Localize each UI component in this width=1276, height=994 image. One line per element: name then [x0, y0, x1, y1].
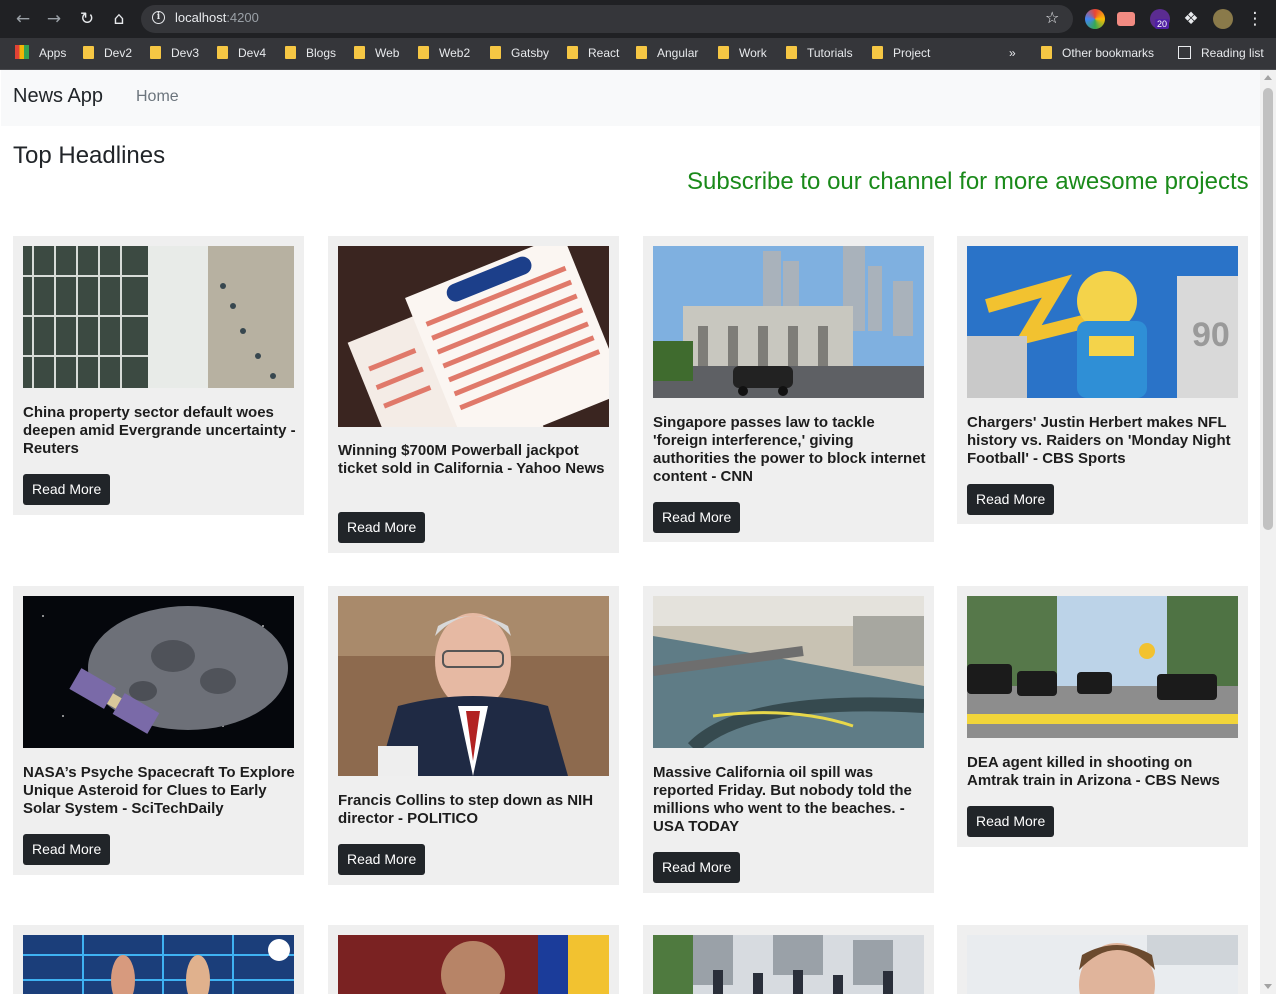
bookmark-project[interactable]: Project [872, 45, 930, 61]
subscribe-marquee: Subscribe to our channel for more awesom… [687, 168, 1248, 195]
url-text[interactable]: localhost:4200 [175, 10, 259, 25]
article-title: Winning $700M Powerball jackpot ticket s… [338, 442, 605, 477]
scrollbar-thumb[interactable] [1263, 88, 1273, 530]
article-image [653, 596, 924, 748]
news-card: 90 Chargers' Justin Herbert makes NFL hi… [957, 236, 1248, 524]
read-more-button[interactable]: Read More [338, 512, 426, 543]
news-card: China property sector default woes deepe… [13, 236, 304, 515]
news-card [643, 925, 934, 994]
article-image: 90 [967, 246, 1238, 398]
folder-icon [872, 46, 883, 59]
bookmark-tutorials[interactable]: Tutorials [786, 45, 853, 61]
read-more-button[interactable]: Read More [967, 806, 1055, 837]
reading-list-button[interactable]: Reading list [1178, 45, 1264, 61]
article-image [23, 935, 294, 994]
folder-icon [217, 46, 228, 59]
article-image [967, 596, 1238, 738]
bookmarks-bar: Apps Dev2 Dev3 Dev4 Blogs Web Web2 Gatsb… [0, 38, 1276, 100]
article-image [338, 935, 609, 994]
news-card [957, 925, 1248, 994]
bookmark-dev2[interactable]: Dev2 [83, 45, 132, 61]
browser-toolbar: ← → ↻ ⌂ i localhost:4200 ☆ 20 ❖ ⋮ [0, 0, 1276, 38]
folder-icon [718, 46, 729, 59]
folder-icon [490, 46, 501, 59]
article-title: Massive California oil spill was reporte… [653, 764, 912, 835]
forward-arrow-icon[interactable]: → [43, 8, 65, 30]
folder-icon [418, 46, 429, 59]
article-image [23, 596, 294, 748]
article-image [653, 935, 924, 994]
bookmark-web[interactable]: Web [354, 45, 399, 61]
article-image [338, 596, 609, 776]
article-title: China property sector default woes deepe… [23, 404, 296, 457]
bookmark-react[interactable]: React [567, 45, 619, 61]
brand-link[interactable]: News App [13, 85, 103, 108]
news-card: Winning $700M Powerball jackpot ticket s… [328, 236, 619, 553]
nav-home-link[interactable]: Home [136, 88, 179, 106]
news-card [13, 925, 304, 994]
reading-list-icon [1178, 46, 1191, 59]
info-icon[interactable]: i [152, 11, 165, 24]
folder-icon [83, 46, 94, 59]
article-title: DEA agent killed in shooting on Amtrak t… [967, 754, 1220, 789]
read-more-button[interactable]: Read More [967, 484, 1055, 515]
article-title: Chargers' Justin Herbert makes NFL histo… [967, 414, 1231, 467]
back-arrow-icon[interactable]: ← [12, 8, 34, 30]
bookmark-dev4[interactable]: Dev4 [217, 45, 266, 61]
read-more-button[interactable]: Read More [23, 834, 111, 865]
color-extension-icon[interactable] [1085, 9, 1105, 29]
svg-text:90: 90 [1192, 316, 1230, 354]
bookmark-blogs[interactable]: Blogs [285, 45, 336, 61]
read-more-button[interactable]: Read More [338, 844, 426, 875]
page-scrollbar[interactable] [1260, 70, 1276, 994]
scroll-up-arrow-icon[interactable] [1264, 75, 1272, 80]
bookmark-angular[interactable]: Angular [636, 45, 698, 61]
article-image [23, 246, 294, 388]
article-image [967, 935, 1238, 994]
news-card: NASA’s Psyche Spacecraft To Explore Uniq… [13, 586, 304, 875]
news-card: Francis Collins to step down as NIH dire… [328, 586, 619, 885]
home-icon[interactable]: ⌂ [108, 8, 130, 30]
badge-extension-icon[interactable]: 20 [1150, 9, 1170, 29]
bookmark-apps[interactable]: Apps [15, 45, 66, 61]
navbar: News App Home [1, 70, 1260, 126]
apps-grid-icon [15, 45, 29, 59]
menu-kebab-icon[interactable]: ⋮ [1244, 8, 1266, 30]
folder-icon [285, 46, 296, 59]
folder-icon [354, 46, 365, 59]
folder-icon [150, 46, 161, 59]
puzzle-extensions-icon[interactable]: ❖ [1180, 8, 1202, 30]
scroll-down-arrow-icon[interactable] [1264, 984, 1272, 989]
read-more-button[interactable]: Read More [653, 502, 741, 533]
folder-icon [567, 46, 578, 59]
folder-icon [1041, 46, 1052, 59]
article-image [653, 246, 924, 398]
article-image [338, 246, 609, 427]
reload-icon[interactable]: ↻ [76, 8, 98, 30]
bookmark-web2[interactable]: Web2 [418, 45, 470, 61]
read-more-button[interactable]: Read More [23, 474, 111, 505]
video-extension-icon[interactable] [1117, 12, 1135, 26]
news-card: Singapore passes law to tackle 'foreign … [643, 236, 934, 542]
extension-badge: 20 [1155, 19, 1170, 29]
article-title: NASA’s Psyche Spacecraft To Explore Uniq… [23, 764, 295, 817]
bookmark-work[interactable]: Work [718, 45, 767, 61]
article-title: Singapore passes law to tackle 'foreign … [653, 414, 926, 485]
bookmark-dev3[interactable]: Dev3 [150, 45, 199, 61]
article-title: Francis Collins to step down as NIH dire… [338, 792, 594, 827]
bookmark-star-icon[interactable]: ☆ [1045, 8, 1059, 27]
folder-icon [786, 46, 797, 59]
read-more-button[interactable]: Read More [653, 852, 741, 883]
news-card: DEA agent killed in shooting on Amtrak t… [957, 586, 1248, 847]
folder-icon [636, 46, 647, 59]
bookmark-other[interactable]: Other bookmarks [1041, 45, 1154, 61]
bookmark-gatsby[interactable]: Gatsby [490, 45, 549, 61]
bookmarks-overflow-button[interactable]: » [1009, 45, 1016, 61]
page-title: Top Headlines [13, 142, 166, 169]
news-card [328, 925, 619, 994]
news-card: Massive California oil spill was reporte… [643, 586, 934, 893]
address-bar[interactable] [141, 5, 1073, 33]
page-viewport: News App Home Top Headlines Subscribe to… [1, 70, 1260, 994]
profile-avatar[interactable] [1213, 9, 1233, 29]
